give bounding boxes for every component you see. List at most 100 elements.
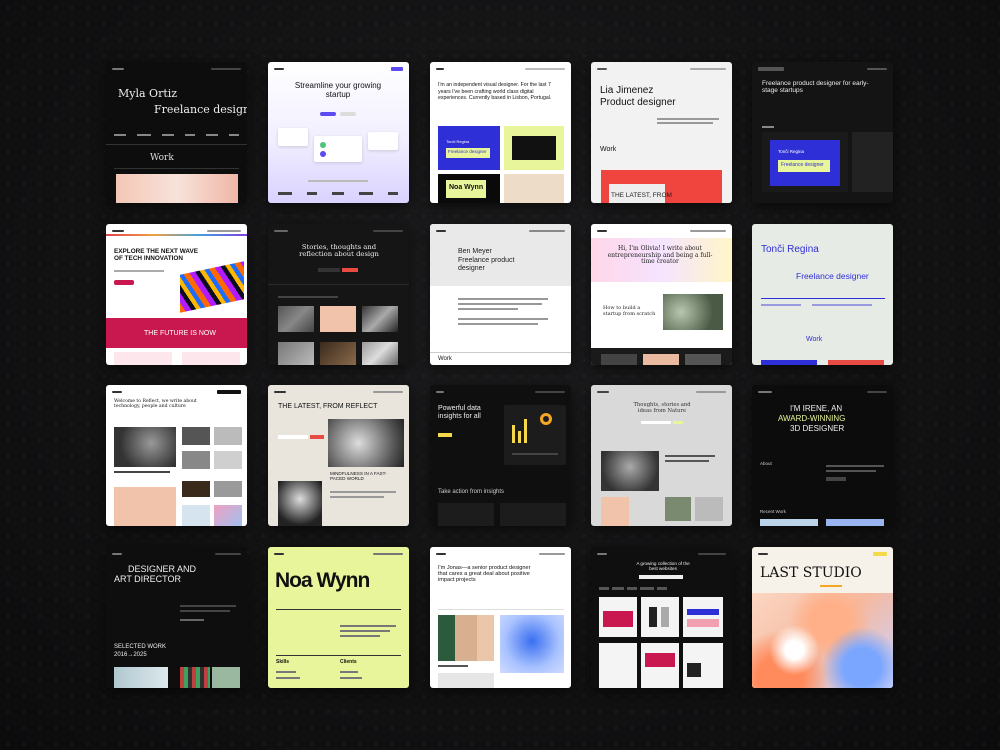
site-card [641, 643, 679, 688]
template-thumbnail-noa-wynn[interactable]: Noa Wynn Skills Clients [268, 547, 409, 688]
hero-artwork [180, 261, 244, 313]
post-image [601, 497, 629, 526]
template-thumbnail-early-stage[interactable]: Freelance product designer for early-sta… [752, 62, 893, 203]
project-image [500, 615, 564, 673]
analytics-card [504, 405, 566, 465]
post-image [182, 451, 210, 469]
post-image [182, 427, 210, 445]
hero-artwork [752, 593, 893, 688]
hero-headline: LAST STUDIO [760, 565, 862, 581]
featured-image [114, 427, 176, 467]
hero-line-2: AWARD-WINNING [778, 414, 846, 423]
section-work: Work [438, 356, 452, 362]
featured-image [601, 451, 659, 491]
work-preview-image [116, 174, 238, 203]
hero-headline: Freelance product designer for early-sta… [762, 80, 869, 95]
hero-headline: EXPLORE THE NEXT WAVE OF TECH INNOVATION [114, 248, 199, 263]
project-card-blue: Tonči Regina Freelance designer [438, 126, 500, 170]
template-thumbnail-tonci-regina[interactable]: Tonči Regina Freelance designer Work [752, 224, 893, 365]
hero-name: Myla Ortiz [118, 87, 178, 100]
post-image [214, 505, 242, 526]
work-thumb [114, 667, 168, 688]
template-thumbnail-art-director[interactable]: DESIGNER AND ART DIRECTOR SELECTED WORK … [106, 547, 247, 688]
cta-button [320, 112, 336, 116]
dashboard-card [314, 136, 362, 162]
work-thumb [180, 667, 210, 688]
subscribe-input [641, 421, 671, 424]
hero-image [328, 419, 404, 467]
about-link: About [760, 461, 772, 466]
template-thumbnail-olivia[interactable]: Hi, I'm Olivia! I write about entreprene… [591, 224, 732, 365]
template-thumbnail-latest-reflect[interactable]: THE LATEST, FROM REFLECT MINDFULNESS IN … [268, 385, 409, 526]
post-image [665, 497, 691, 521]
subscribe-button [342, 268, 358, 272]
featured-image [278, 481, 322, 526]
template-thumbnail-stories-reflection[interactable]: Stories, thoughts and reflection about d… [268, 224, 409, 365]
hero-name: Noa Wynn [275, 569, 370, 592]
site-card [641, 597, 679, 637]
project-card-sand [504, 174, 564, 203]
project-card-blue: Tonči Regina Freelance designer [762, 132, 848, 192]
hero-headline: A growing collection of the best website… [636, 561, 690, 572]
hero-name: Ben Meyer [458, 248, 492, 255]
logo-row [278, 192, 398, 195]
post-image [695, 497, 723, 521]
subscribe-button [673, 421, 683, 424]
template-thumbnail-ben-meyer[interactable]: Ben Meyer Freelance product designer Wor… [430, 224, 571, 365]
section-years: 2016→2025 [114, 652, 147, 658]
template-thumbnail-best-websites[interactable]: A growing collection of the best website… [591, 547, 732, 688]
project-preview: THE LATEST, FROM [601, 170, 722, 203]
hero-headline: Hi, I'm Olivia! I write about entreprene… [607, 245, 713, 266]
template-thumbnail-nature[interactable]: Thoughts, stories and ideas from Nature [591, 385, 732, 526]
section-heading: Take action from insights [438, 489, 505, 495]
dashboard-card [368, 132, 398, 150]
template-thumbnail-welcome-reflect[interactable]: Welcome to Reflect, we write about techn… [106, 385, 247, 526]
filter-row [599, 587, 725, 590]
template-thumbnail-myla-ortiz[interactable]: Myla Ortiz Freelance designer Work [106, 62, 247, 203]
hero-headline: I'm Jonas—a senior product designer that… [438, 565, 531, 584]
project-card-dark [852, 132, 893, 192]
hero-headline: Streamline your growing startup [294, 81, 382, 99]
template-thumbnail-jonas[interactable]: I'm Jonas—a senior product designer that… [430, 547, 571, 688]
hero-line-2: ART DIRECTOR [114, 574, 182, 584]
hero-line-1: I'M IRENE, AN [790, 404, 843, 413]
hero-name: Lia Jimenez [600, 85, 654, 96]
template-thumbnail-irene[interactable]: I'M IRENE, AN AWARD-WINNING 3D DESIGNER … [752, 385, 893, 526]
logo-row [114, 134, 239, 136]
hero-intro: I'm an independent visual designer. For … [438, 82, 552, 101]
post-image [114, 487, 176, 526]
section-work: Work [150, 153, 174, 163]
hero-headline: Welcome to Reflect, we write about techn… [114, 399, 197, 410]
hero-line-3: 3D DESIGNER [790, 424, 845, 433]
site-card [599, 597, 637, 637]
section-work: Work [600, 146, 617, 153]
hero-role: Freelance product designer [458, 257, 515, 272]
hero-name: Tonči Regina [761, 244, 819, 255]
thumb-nav [112, 66, 241, 72]
template-thumbnail-tech-innovation[interactable]: EXPLORE THE NEXT WAVE OF TECH INNOVATION… [106, 224, 247, 365]
hero-headline: THE LATEST, FROM REFLECT [278, 403, 378, 410]
hero-role: Freelance designer [154, 103, 247, 116]
featured-post-title: MINDFULNESS IN A FAST-PACED WORLD [330, 471, 387, 482]
post-image [214, 481, 242, 497]
site-card [683, 643, 723, 688]
cta-button [438, 433, 452, 437]
site-card [599, 643, 637, 688]
post-image [278, 342, 314, 365]
template-thumbnail-lia-jimenez[interactable]: Lia Jimenez Product designer Work THE LA… [591, 62, 732, 203]
hero-role: Product designer [600, 97, 676, 108]
search-input [639, 575, 683, 579]
project-card-dark: Noa Wynn [438, 174, 500, 203]
post-image [214, 451, 242, 469]
dashboard-card [278, 128, 308, 146]
subscribe-button [310, 435, 324, 439]
template-thumbnail-data-insights[interactable]: Powerful data insights for all Take acti… [430, 385, 571, 526]
project-card-lime [504, 126, 564, 170]
template-thumbnail-streamline[interactable]: Streamline your growing startup [268, 62, 409, 203]
site-card [683, 597, 723, 637]
template-thumbnail-visual-designer[interactable]: I'm an independent visual designer. For … [430, 62, 571, 203]
featured-post-image [663, 294, 723, 330]
template-thumbnail-last-studio[interactable]: LAST STUDIO [752, 547, 893, 688]
project-image [438, 615, 494, 661]
section-heading: SELECTED WORK [114, 644, 167, 650]
